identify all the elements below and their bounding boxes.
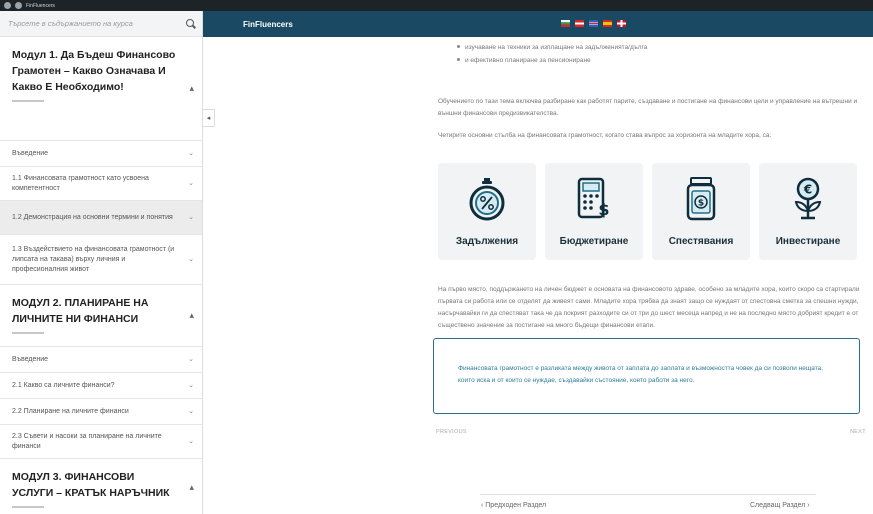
module-1-progress [12, 100, 44, 102]
chevron-up-icon[interactable]: ▴ [189, 84, 194, 94]
next-section-button[interactable]: Следващ Раздел › [750, 502, 810, 509]
site-icon [15, 2, 22, 9]
chevron-down-icon: ⌄ [188, 255, 194, 263]
search-input[interactable]: Търсете в съдържанието на курса [8, 19, 133, 28]
lesson-2-3[interactable]: 2.3 Съвети и насоки за планиране на личн… [0, 425, 202, 459]
pager-divider [480, 494, 816, 495]
card-investing: € Инвестиране [759, 163, 857, 260]
app-icon [4, 2, 11, 9]
previous-section-button[interactable]: ‹ Предходен Раздел [481, 502, 546, 509]
module-2-progress [12, 332, 44, 334]
chevron-up-icon[interactable]: ▴ [189, 311, 194, 321]
lesson-1-3[interactable]: 1.3 Въздействието на финансовата грамотн… [0, 235, 202, 285]
module-2-title: МОДУЛ 2. ПЛАНИРАНЕ НА ЛИЧНИТЕ НИ ФИНАНСИ [12, 297, 149, 325]
card-savings: $ Спестявания [652, 163, 750, 260]
lesson-label: 2.1 Какво са личните финанси? [12, 381, 115, 389]
svg-text:$: $ [598, 200, 609, 219]
lesson-m2-intro[interactable]: Въведение ⌄ [0, 347, 202, 373]
list-item: изучаване на техники за изплащане на зад… [455, 41, 855, 54]
module-3-title: МОДУЛ 3. ФИНАНСОВИ УСЛУГИ – КРАТЪК НАРЪЧ… [12, 471, 170, 499]
module-3-progress [12, 506, 44, 508]
euro-plant-icon: € [794, 177, 822, 220]
card-label: Спестявания [668, 236, 734, 247]
module-1-title: Модул 1. Да Бъдеш Финансово Грамотен – К… [12, 49, 176, 93]
card-debts: Задължения [438, 163, 536, 260]
module-1-header[interactable]: Модул 1. Да Бъдеш Финансово Грамотен – К… [0, 37, 202, 141]
lesson-2-1[interactable]: 2.1 Какво са личните финанси? ⌄ [0, 373, 202, 399]
chevron-up-icon[interactable]: ▴ [189, 483, 194, 493]
lesson-m1-intro[interactable]: Въведение ⌄ [0, 141, 202, 167]
window-titlebar: FinFluencers [0, 0, 873, 11]
percent-stopwatch-icon [469, 178, 505, 221]
lesson-label: 1.1 Финансовата грамотност като усвоена … [12, 174, 149, 192]
flag-5[interactable] [617, 20, 626, 27]
paragraph-pillars: Четирите основни стълба на финансовата г… [438, 132, 772, 139]
calculator-dollar-icon: $ [577, 177, 610, 219]
module-3-header[interactable]: МОДУЛ 3. ФИНАНСОВИ УСЛУГИ – КРАТЪК НАРЪЧ… [0, 459, 202, 514]
flag-bulgaria[interactable] [561, 20, 570, 27]
window-title: FinFluencers [26, 2, 55, 9]
lesson-label: Въведение [12, 355, 49, 363]
callout-text: Финансовата грамотност е разликата между… [458, 365, 824, 384]
paragraph-intro: Обучението по тази тема включва разбиран… [438, 98, 858, 117]
flag-3[interactable] [589, 20, 598, 27]
card-budgeting: $ Бюджетиране [545, 163, 643, 260]
lesson-1-2[interactable]: 1.2 Демонстрация на основни термини и по… [0, 201, 202, 235]
lesson-label: 2.3 Съвети и насоки за планиране на личн… [12, 432, 162, 450]
language-switcher [561, 20, 626, 27]
chevron-down-icon: ⌄ [188, 381, 194, 389]
card-label: Задължения [455, 236, 519, 247]
chevron-down-icon: ⌄ [188, 179, 194, 187]
money-jar-icon: $ [686, 177, 716, 221]
lesson-label: 2.2 Планиране на личните финанси [12, 407, 129, 415]
list-item: и ефективно планиране за пенсиониране [455, 54, 855, 67]
top-bar: FinFluencers [203, 11, 873, 37]
lesson-label: 1.3 Въздействието на финансовата грамотн… [12, 245, 175, 273]
chevron-down-icon: ⌄ [188, 149, 194, 157]
module-2-header[interactable]: МОДУЛ 2. ПЛАНИРАНЕ НА ЛИЧНИТЕ НИ ФИНАНСИ… [0, 285, 202, 347]
lesson-label: 1.2 Демонстрация на основни термини и по… [12, 213, 173, 221]
card-label: Инвестиране [775, 236, 841, 247]
course-sidebar: Търсете в съдържанието на курса Модул 1.… [0, 11, 203, 514]
search-icon[interactable] [186, 18, 196, 29]
chevron-down-icon: ⌄ [188, 437, 194, 445]
lesson-2-2[interactable]: 2.2 Планиране на личните финанси ⌄ [0, 399, 202, 425]
flag-2[interactable] [575, 20, 584, 27]
sidebar-collapse-button[interactable]: ◂ [203, 109, 215, 127]
course-search[interactable]: Търсете в съдържанието на курса [0, 11, 202, 37]
flag-4[interactable] [603, 20, 612, 27]
next-link[interactable]: NEXT [850, 429, 866, 435]
chevron-down-icon: ⌄ [188, 355, 194, 363]
brand-name[interactable]: FinFluencers [243, 20, 293, 29]
chevron-down-icon: ⌄ [188, 213, 194, 221]
lesson-1-1[interactable]: 1.1 Финансовата грамотност като усвоена … [0, 167, 202, 201]
chevron-down-icon: ⌄ [188, 407, 194, 415]
previous-link[interactable]: PREVIOUS [436, 429, 467, 435]
card-label: Бюджетиране [559, 236, 629, 247]
svg-text:$: $ [698, 199, 704, 209]
svg-text:€: € [803, 183, 812, 197]
lesson-label: Въведение [12, 149, 49, 157]
bullet-list: изучаване на техники за изплащане на зад… [455, 41, 855, 67]
paragraph-budget: На първо място, поддържането на личен бю… [438, 286, 860, 329]
pillar-cards: Задължения $ Бюджетиране $ Спестявания € [438, 163, 857, 260]
quote-callout: Финансовата грамотност е разликата между… [433, 338, 860, 414]
